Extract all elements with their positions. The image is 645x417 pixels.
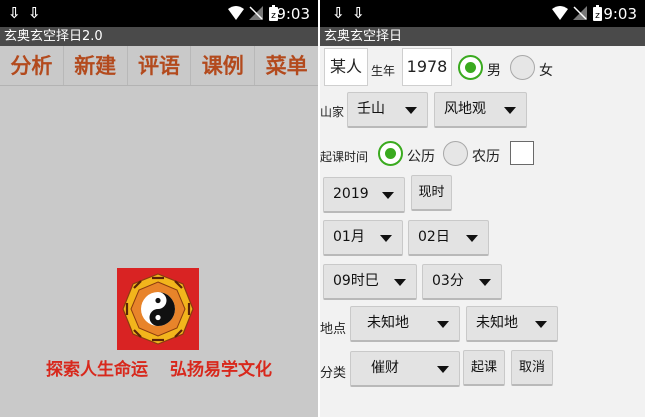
wifi-icon: [228, 6, 244, 20]
option-checkbox[interactable]: [510, 141, 534, 165]
birth-year-input[interactable]: 1978: [402, 48, 452, 86]
menu-comment-button[interactable]: 评语: [127, 46, 192, 85]
hour-spinner[interactable]: 09时巳: [323, 264, 417, 300]
start-time-label: 起课时间: [320, 150, 369, 164]
bagua-logo: [117, 268, 199, 350]
category-spinner[interactable]: 催财: [350, 351, 460, 387]
download-icon: ⇩: [28, 4, 41, 22]
category-value: 催财: [371, 360, 399, 376]
month-value: 01月: [333, 229, 365, 245]
month-spinner[interactable]: 01月: [323, 220, 403, 256]
place-label: 地点: [320, 322, 347, 337]
gender-female-radio[interactable]: [510, 55, 535, 80]
place-1-value: 未知地: [367, 315, 409, 331]
dropdown-arrow-icon: [437, 321, 449, 328]
app-title: 玄奥玄空择日2.0: [0, 27, 318, 46]
menu-examples-button[interactable]: 课例: [191, 46, 256, 85]
minute-value: 03分: [432, 273, 464, 289]
hour-value: 09时巳: [333, 273, 379, 289]
year-spinner[interactable]: 2019: [323, 177, 405, 213]
start-button[interactable]: 起课: [463, 350, 505, 386]
dropdown-arrow-icon: [380, 235, 392, 242]
dropdown-arrow-icon: [382, 192, 394, 199]
minute-spinner[interactable]: 03分: [422, 264, 502, 300]
download-icon: ⇩: [352, 4, 365, 22]
status-bar: ⇩ ⇩ z 9:03: [0, 0, 318, 27]
gender-male-radio[interactable]: [458, 55, 483, 80]
slogan-part-2: 弘扬易学文化: [170, 360, 272, 380]
dropdown-arrow-icon: [504, 107, 516, 114]
slogan-part-1: 探索人生命运: [46, 360, 148, 380]
place-2-value: 未知地: [476, 315, 518, 331]
download-icon: ⇩: [332, 4, 345, 22]
calendar-solar-label: 公历: [407, 149, 435, 165]
place-spinner-1[interactable]: 未知地: [350, 306, 460, 342]
status-time: 9:03: [603, 5, 637, 23]
download-icon: ⇩: [8, 4, 21, 22]
category-label: 分类: [320, 366, 347, 381]
hexagram-value: 风地观: [444, 101, 486, 117]
menu-analyze-button[interactable]: 分析: [0, 46, 64, 85]
dropdown-arrow-icon: [437, 366, 449, 373]
taiji-icon: [117, 268, 199, 350]
menu-more-button[interactable]: 菜单: [255, 46, 318, 85]
status-time: 9:03: [276, 5, 310, 23]
menu-new-button[interactable]: 新建: [63, 46, 128, 85]
gender-female-label: 女: [539, 63, 553, 79]
slogan: 探索人生命运 弘扬易学文化: [0, 355, 318, 380]
signal-icon: [249, 6, 263, 20]
calendar-solar-radio[interactable]: [378, 141, 403, 166]
calendar-lunar-radio[interactable]: [443, 141, 468, 166]
gender-male-label: 男: [487, 63, 501, 79]
year-value: 2019: [333, 186, 369, 202]
hexagram-spinner[interactable]: 风地观: [434, 92, 527, 128]
dropdown-arrow-icon: [535, 321, 547, 328]
mountain-value: 壬山: [357, 101, 385, 117]
dropdown-arrow-icon: [405, 107, 417, 114]
battery-icon: z: [593, 5, 602, 21]
svg-text:z: z: [595, 11, 600, 21]
now-button[interactable]: 现时: [411, 175, 452, 211]
dropdown-arrow-icon: [466, 235, 478, 242]
cancel-button[interactable]: 取消: [511, 350, 553, 386]
name-input[interactable]: 某人: [324, 48, 368, 86]
dropdown-arrow-icon: [394, 279, 406, 286]
wifi-icon: [552, 6, 568, 20]
main-menu: 分析 新建 评语 课例 菜单: [0, 46, 318, 86]
left-screen: ⇩ ⇩ z 9:03 玄奥玄空择日2.0 分析 新建 评语 课例 菜单 探索人生…: [0, 0, 318, 417]
place-spinner-2[interactable]: 未知地: [466, 306, 558, 342]
app-title: 玄奥玄空择日: [320, 27, 645, 46]
right-screen: ⇩ ⇩ z 9:03 玄奥玄空择日 某人 生年 1978 男 女 山家 壬山 风…: [320, 0, 645, 417]
signal-icon: [573, 6, 587, 20]
mountain-spinner[interactable]: 壬山: [347, 92, 428, 128]
day-spinner[interactable]: 02日: [408, 220, 489, 256]
dropdown-arrow-icon: [479, 279, 491, 286]
shanjia-label: 山家: [320, 105, 345, 119]
calendar-lunar-label: 农历: [472, 149, 500, 165]
day-value: 02日: [418, 229, 450, 245]
status-bar: ⇩ ⇩ z 9:03: [320, 0, 645, 27]
birth-year-label: 生年: [371, 64, 396, 78]
